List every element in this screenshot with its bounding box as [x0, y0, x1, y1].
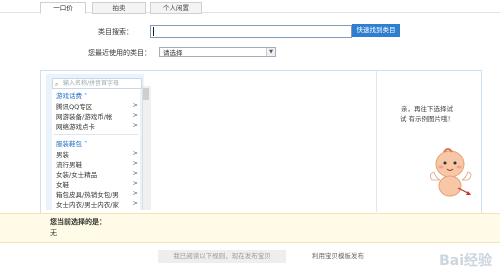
- chevron-right-icon: >: [132, 169, 138, 177]
- chevron-up-icon: ˄: [84, 92, 88, 100]
- quick-find-category-button[interactable]: 快速找到类目: [352, 24, 400, 37]
- category-list: 游戏话费 ˄ 腾讯QQ专区 > 网游装备/游戏币/帐 > 网络游戏点卡 > 服装…: [52, 89, 140, 210]
- category-item[interactable]: 箱包皮具/热销女包/男 >: [56, 189, 138, 199]
- category-item[interactable]: 流行男鞋 >: [56, 159, 138, 169]
- watermark-logo: Bai经验: [439, 253, 492, 269]
- category-item[interactable]: 腾讯QQ专区 >: [56, 101, 138, 111]
- category-item[interactable]: 网络游戏点卡 >: [56, 121, 138, 131]
- chevron-right-icon: >: [132, 159, 138, 167]
- recent-category-label: 您最近使用的类目：: [88, 49, 151, 57]
- category-filter-placeholder: 输入名称/拼音首字母: [63, 80, 120, 87]
- chevron-right-icon: >: [132, 189, 138, 197]
- category-search-label: 类目搜索：: [98, 28, 133, 36]
- chevron-down-icon[interactable]: ▼: [266, 48, 275, 56]
- recent-category-value: 请选择: [163, 49, 183, 57]
- publish-button[interactable]: 我已阅读以下规则，现在发布宝贝: [158, 250, 286, 263]
- cupid-mascot-icon: [430, 148, 472, 197]
- category-group-title: 游戏话费: [56, 92, 82, 100]
- selected-category-value: 无: [50, 229, 57, 237]
- category-group-apparel[interactable]: 服装鞋包 ˄: [56, 138, 87, 148]
- category-item-label: 网游装备/游戏币/帐: [56, 113, 113, 121]
- chevron-right-icon: >: [132, 149, 138, 157]
- chevron-right-icon: >: [132, 179, 138, 187]
- recent-category-select[interactable]: 请选择 ▼: [159, 47, 276, 57]
- category-list-scrollbar[interactable]: [142, 86, 151, 210]
- category-item[interactable]: 女士内衣/男士内衣/家 >: [56, 199, 138, 209]
- chevron-up-icon: ˄: [84, 140, 88, 148]
- category-item-label: 流行男鞋: [56, 161, 82, 169]
- category-item[interactable]: 女鞋 >: [56, 179, 138, 189]
- category-group-title: 服装鞋包: [56, 140, 82, 148]
- category-item-label: 腾讯QQ专区: [56, 103, 93, 111]
- category-item[interactable]: 男装 >: [56, 149, 138, 159]
- panel-divider: [376, 70, 377, 212]
- category-item-label: 男装: [56, 151, 69, 159]
- publish-from-template-link[interactable]: 利用宝贝模板发布: [302, 250, 374, 263]
- example-hint-text: 亲，再往下选择试试 有示例图片哦！: [399, 105, 455, 123]
- category-item-label: 女士内衣/男士内衣/家: [56, 201, 119, 209]
- category-item[interactable]: 女装/女士精品 >: [56, 169, 138, 179]
- scrollbar-thumb[interactable]: [143, 88, 149, 100]
- category-item-label: 网络游戏点卡: [56, 123, 95, 131]
- tab-fixed-price[interactable]: 一口价: [40, 2, 86, 14]
- chevron-right-icon: >: [132, 111, 138, 119]
- chevron-right-icon: >: [132, 121, 138, 129]
- category-item-label: 女鞋: [56, 181, 69, 189]
- search-icon: ⌕: [55, 81, 59, 88]
- category-item-label: 女装/女士精品: [56, 171, 98, 179]
- text-cursor: [153, 27, 154, 36]
- group-divider: [54, 134, 138, 135]
- chevron-right-icon: >: [132, 199, 138, 207]
- category-search-input[interactable]: [150, 25, 352, 38]
- selected-category-label: 您当前选择的是：: [50, 218, 106, 226]
- tab-personal-idle[interactable]: 个人闲置: [150, 2, 202, 14]
- category-group-game[interactable]: 游戏话费 ˄: [56, 90, 87, 100]
- category-item[interactable]: 网游装备/游戏币/帐 >: [56, 111, 138, 121]
- category-item-label: 箱包皮具/热销女包/男: [56, 191, 119, 199]
- tab-auction[interactable]: 拍卖: [92, 2, 146, 14]
- category-filter-input[interactable]: ⌕ 输入名称/拼音首字母: [52, 78, 142, 89]
- chevron-right-icon: >: [132, 101, 138, 109]
